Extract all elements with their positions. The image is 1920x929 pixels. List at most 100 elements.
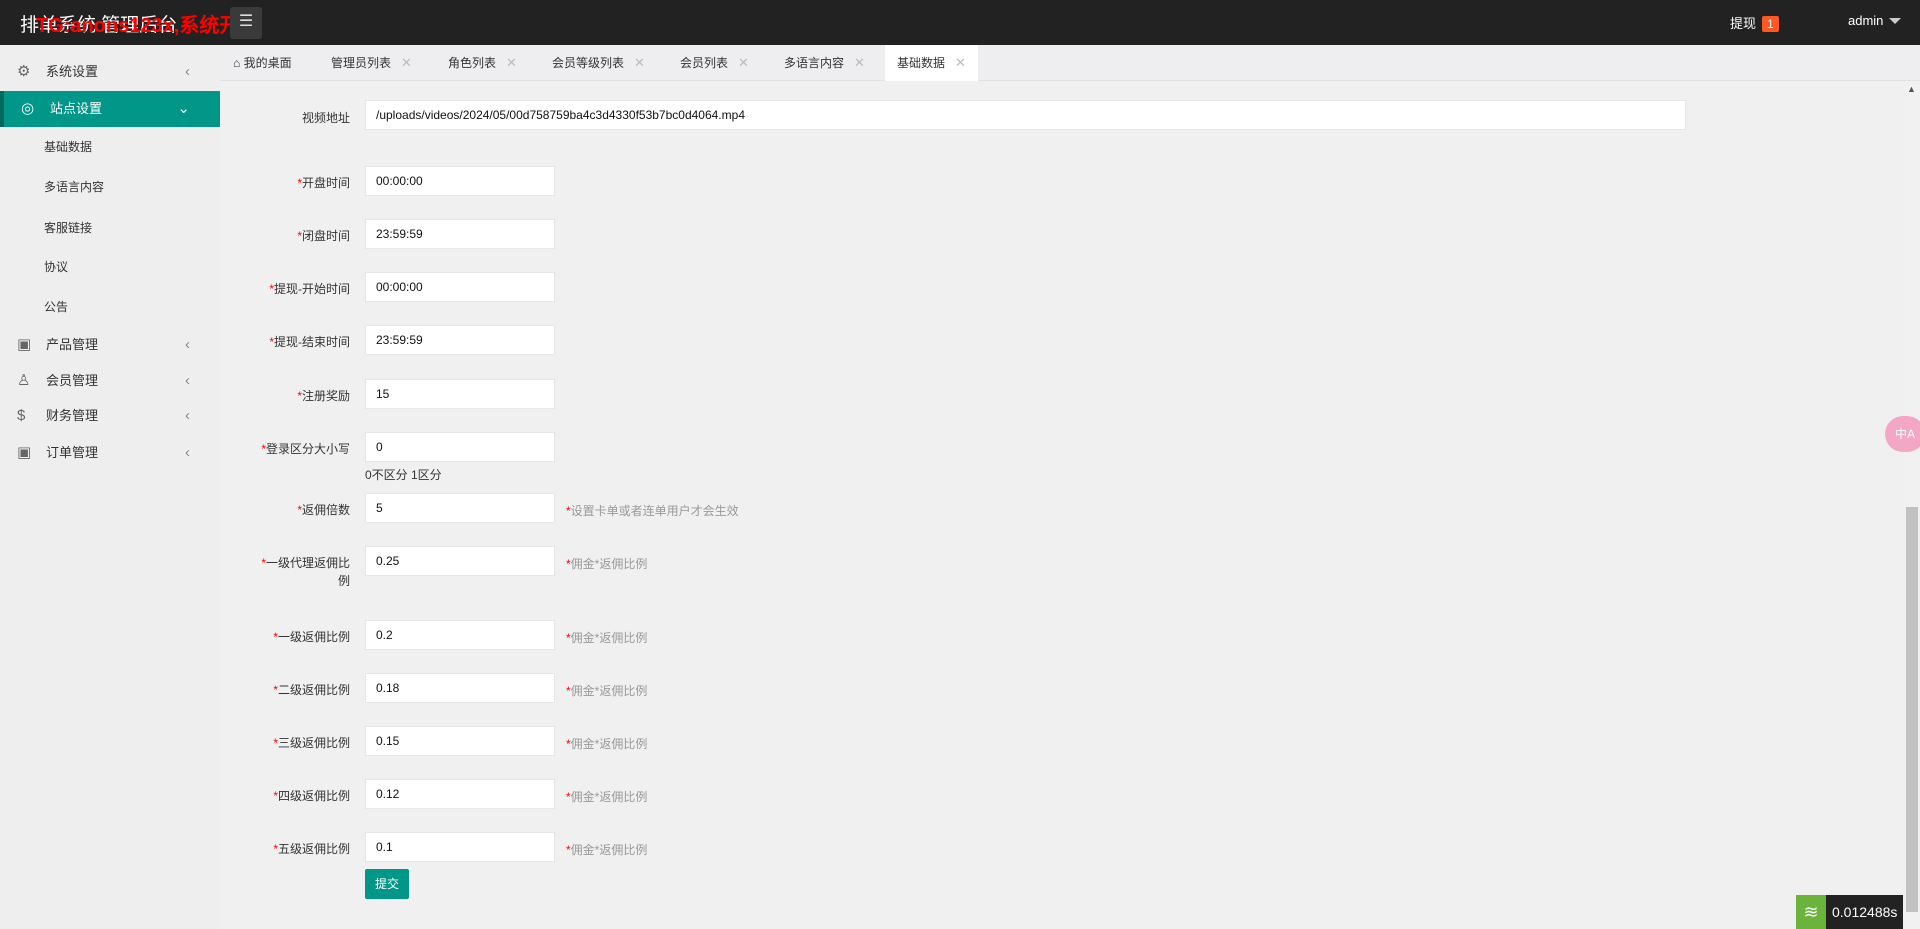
top-header: 排单系统 管理后台 TG:anons123x,系统开发 ☰ 提现 1 admin bbox=[0, 0, 1920, 45]
debug-logo-icon[interactable]: ≋ bbox=[1796, 895, 1826, 929]
field-hint: *佣金*返佣比例 bbox=[566, 841, 647, 858]
close-icon[interactable]: ✕ bbox=[854, 55, 865, 70]
tab-desktop[interactable]: ⌂ 我的桌面 bbox=[233, 45, 292, 81]
withdraw-badge: 1 bbox=[1762, 16, 1779, 32]
field-label-text: 开盘时间 bbox=[301, 176, 350, 190]
sidebar-item-label: 站点设置 bbox=[50, 101, 103, 116]
sidebar-item-products[interactable]: ▣ 产品管理 ‹ bbox=[0, 327, 220, 363]
field-hint-text: 佣金*返佣比例 bbox=[570, 737, 648, 751]
tab-label: 我的桌面 bbox=[243, 56, 292, 70]
chevron-left-icon: ‹ bbox=[185, 407, 190, 424]
tab-label: 基础数据 bbox=[897, 56, 946, 70]
menu-icon[interactable]: ☰ bbox=[230, 7, 262, 39]
field-label-text: 返佣倍数 bbox=[301, 503, 350, 517]
close-icon[interactable]: ✕ bbox=[401, 55, 412, 70]
sidebar-item-system-settings[interactable]: ⚙ 系统设置 ‹ bbox=[0, 54, 220, 90]
field-label: *一级返佣比例 bbox=[220, 628, 350, 646]
field-input[interactable]: 23:59:59 bbox=[365, 219, 555, 249]
field-input[interactable]: 00:00:00 bbox=[365, 272, 555, 302]
close-icon[interactable]: ✕ bbox=[634, 55, 645, 70]
field-input[interactable]: 23:59:59 bbox=[365, 325, 555, 355]
submit-button[interactable]: 提交 bbox=[365, 869, 409, 899]
field-label-text: 一级代理返佣比例 bbox=[265, 556, 350, 588]
debug-timer: 0.012488s bbox=[1826, 895, 1904, 929]
withdraw-label: 提现 bbox=[1730, 16, 1757, 31]
field-label: *登录区分大小写 bbox=[220, 440, 350, 458]
chevron-left-icon: ‹ bbox=[185, 63, 190, 80]
tab-role-list[interactable]: 角色列表 ✕ bbox=[448, 45, 517, 81]
field-label: *返佣倍数 bbox=[220, 501, 350, 519]
close-icon[interactable]: ✕ bbox=[506, 55, 517, 70]
scroll-up-icon[interactable]: ▲ bbox=[1907, 84, 1916, 94]
tab-bar: ⌂ 我的桌面 管理员列表 ✕ 角色列表 ✕ 会员等级列表 ✕ 会员列表 ✕ 多语言内容 ✕… bbox=[220, 45, 1920, 81]
field-input[interactable]: 0 bbox=[365, 432, 555, 462]
field-label: *开盘时间 bbox=[220, 174, 350, 192]
tab-member-list[interactable]: 会员列表 ✕ bbox=[680, 45, 749, 81]
submenu-notice[interactable]: 公告 bbox=[0, 289, 220, 325]
username: admin bbox=[1848, 13, 1884, 28]
submenu-multilang[interactable]: 多语言内容 bbox=[0, 169, 220, 205]
field-input[interactable]: 15 bbox=[365, 379, 555, 409]
field-hint: *佣金*返佣比例 bbox=[566, 735, 647, 752]
field-label: *五级返佣比例 bbox=[220, 840, 350, 858]
field-input[interactable]: 5 bbox=[365, 493, 555, 523]
field-label: *二级返佣比例 bbox=[220, 681, 350, 699]
close-icon[interactable]: ✕ bbox=[738, 55, 749, 70]
tab-label: 角色列表 bbox=[448, 56, 497, 70]
field-hint-text: 佣金*返佣比例 bbox=[570, 557, 648, 571]
field-input[interactable]: 0.2 bbox=[365, 620, 555, 650]
field-hint: *设置卡单或者连单用户才会生效 bbox=[566, 502, 739, 519]
translate-icon[interactable]: 中A bbox=[1885, 416, 1920, 452]
user-menu[interactable]: admin bbox=[1848, 13, 1902, 30]
chevron-left-icon: ‹ bbox=[185, 444, 190, 461]
tab-multilang[interactable]: 多语言内容 ✕ bbox=[784, 45, 865, 81]
field-hint-text: 佣金*返佣比例 bbox=[570, 790, 648, 804]
field-label-text: 一级返佣比例 bbox=[277, 630, 350, 644]
sidebar-item-members[interactable]: ♙ 会员管理 ‹ bbox=[0, 363, 220, 399]
dollar-icon: $ bbox=[17, 407, 26, 424]
sidebar-item-site-settings[interactable]: ◎ 站点设置 ⌄ bbox=[0, 91, 220, 127]
field-input[interactable]: 0.15 bbox=[365, 726, 555, 756]
field-input[interactable]: 0.25 bbox=[365, 546, 555, 576]
field-label: *提现-开始时间 bbox=[220, 280, 350, 298]
field-input[interactable]: 00:00:00 bbox=[365, 166, 555, 196]
field-label-text: 提现-开始时间 bbox=[274, 282, 350, 296]
field-hint: *佣金*返佣比例 bbox=[566, 682, 647, 699]
field-hint: *佣金*返佣比例 bbox=[566, 788, 647, 805]
tab-label: 管理员列表 bbox=[331, 56, 392, 70]
field-input[interactable]: 0.1 bbox=[365, 832, 555, 862]
field-hint-text: 佣金*返佣比例 bbox=[570, 631, 648, 645]
field-label: *注册奖励 bbox=[220, 387, 350, 405]
chevron-left-icon: ‹ bbox=[185, 372, 190, 389]
field-hint-text: 佣金*返佣比例 bbox=[570, 843, 648, 857]
field-label-text: 注册奖励 bbox=[301, 389, 350, 403]
scrollbar-thumb[interactable] bbox=[1906, 507, 1918, 912]
submenu-service-link[interactable]: 客服链接 bbox=[0, 210, 220, 246]
field-label-text: 四级返佣比例 bbox=[277, 789, 350, 803]
tab-member-level-list[interactable]: 会员等级列表 ✕ bbox=[552, 45, 645, 81]
sidebar-item-orders[interactable]: ▣ 订单管理 ‹ bbox=[0, 435, 220, 471]
box-icon: ▣ bbox=[17, 444, 32, 461]
field-input[interactable]: 0.12 bbox=[365, 779, 555, 809]
field-input[interactable]: 0.18 bbox=[365, 673, 555, 703]
user-icon: ♙ bbox=[17, 372, 31, 389]
field-label-text: 提现-结束时间 bbox=[274, 335, 350, 349]
close-icon[interactable]: ✕ bbox=[955, 55, 966, 70]
video-label: 视频地址 bbox=[301, 111, 350, 125]
field-note: 0不区分 1区分 bbox=[365, 468, 442, 482]
sidebar-item-label: 产品管理 bbox=[46, 337, 99, 352]
video-url-input[interactable]: /uploads/videos/2024/05/00d758759ba4c3d4… bbox=[365, 100, 1686, 130]
field-label: *闭盘时间 bbox=[220, 227, 350, 245]
submenu-agreement[interactable]: 协议 bbox=[0, 249, 220, 285]
field-label-text: 闭盘时间 bbox=[301, 229, 350, 243]
tab-basic-data[interactable]: 基础数据 ✕ bbox=[885, 45, 978, 81]
field-hint-text: 设置卡单或者连单用户才会生效 bbox=[570, 504, 739, 518]
field-label-text: 登录区分大小写 bbox=[265, 442, 350, 456]
withdraw-notice[interactable]: 提现 1 bbox=[1730, 13, 1779, 32]
tab-admin-list[interactable]: 管理员列表 ✕ bbox=[331, 45, 412, 81]
submenu-basic-data[interactable]: 基础数据 bbox=[0, 129, 220, 165]
tab-label: 多语言内容 bbox=[784, 56, 845, 70]
sidebar-item-finance[interactable]: $ 财务管理 ‹ bbox=[0, 398, 220, 434]
sidebar-item-label: 系统设置 bbox=[46, 64, 99, 79]
field-hint: *佣金*返佣比例 bbox=[566, 555, 647, 572]
